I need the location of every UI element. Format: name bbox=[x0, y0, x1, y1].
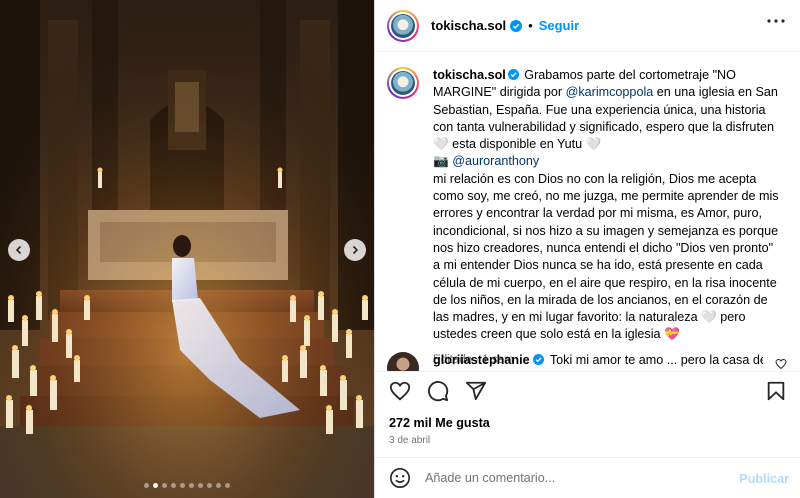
commenter-avatar[interactable] bbox=[387, 352, 419, 371]
post-caption: tokischa.sol Grabamos parte del cortomet… bbox=[387, 67, 789, 369]
caption-paragraph-3: mi relación es con Dios no con la religi… bbox=[433, 171, 779, 342]
carousel-next-button[interactable] bbox=[344, 239, 366, 261]
comment-icon[interactable] bbox=[427, 380, 449, 402]
carousel-dot bbox=[171, 483, 176, 488]
share-icon[interactable] bbox=[465, 380, 487, 402]
likes-count[interactable]: 272 mil Me gusta bbox=[389, 416, 490, 430]
post-date[interactable]: 3 de abril bbox=[389, 435, 430, 446]
camera-emoji: 📷 bbox=[433, 154, 449, 169]
photographer-mention-link[interactable]: @auroranthony bbox=[452, 154, 539, 168]
heart-icon[interactable] bbox=[389, 380, 411, 402]
post-header: tokischa.sol • Seguir bbox=[375, 0, 800, 52]
carousel-dot bbox=[189, 483, 194, 488]
carousel-prev-button[interactable] bbox=[8, 239, 30, 261]
comment-text: gloriiastephanie Toki mi amor te amo ...… bbox=[433, 352, 763, 369]
bookmark-icon[interactable] bbox=[765, 380, 787, 402]
emoji-icon[interactable] bbox=[389, 467, 411, 489]
carousel-dot bbox=[198, 483, 203, 488]
publish-button[interactable]: Publicar bbox=[739, 472, 789, 486]
church-candles-photo bbox=[0, 0, 374, 498]
author-username[interactable]: tokischa.sol bbox=[431, 18, 506, 33]
carousel-dot bbox=[162, 483, 167, 488]
comment-input[interactable] bbox=[425, 471, 725, 485]
comment-body: Toki mi amor te amo ... pero la casa de … bbox=[549, 353, 763, 367]
carousel-dot bbox=[153, 483, 158, 488]
carousel-dot bbox=[225, 483, 230, 488]
more-options-icon[interactable] bbox=[767, 18, 785, 24]
carousel-dot bbox=[207, 483, 212, 488]
post-details-panel: tokischa.sol • Seguir tokischa.sol Graba… bbox=[374, 0, 800, 498]
caption-scroll-area[interactable]: tokischa.sol Grabamos parte del cortomet… bbox=[375, 53, 800, 371]
carousel-dot bbox=[180, 483, 185, 488]
director-mention-link[interactable]: @karimcoppola bbox=[566, 85, 654, 99]
commenter-username[interactable]: gloriiastephanie bbox=[433, 353, 530, 367]
heart-icon[interactable] bbox=[775, 358, 787, 370]
verified-badge-icon bbox=[532, 354, 544, 365]
verified-badge-icon bbox=[510, 19, 523, 32]
chevron-left-icon bbox=[15, 245, 22, 255]
author-avatar[interactable] bbox=[387, 9, 419, 42]
header-separator: • bbox=[528, 18, 533, 33]
chevron-right-icon bbox=[352, 245, 359, 255]
follow-button[interactable]: Seguir bbox=[539, 18, 579, 33]
caption-username[interactable]: tokischa.sol bbox=[433, 68, 506, 82]
verified-badge-icon bbox=[507, 69, 519, 80]
post-actions: 272 mil Me gusta 3 de abril bbox=[375, 371, 800, 457]
post-media[interactable] bbox=[0, 0, 374, 498]
carousel-dot bbox=[216, 483, 221, 488]
caption-text: tokischa.sol Grabamos parte del cortomet… bbox=[433, 67, 783, 369]
comment-item: gloriiastephanie Toki mi amor te amo ...… bbox=[387, 352, 789, 371]
caption-avatar[interactable] bbox=[387, 67, 419, 99]
carousel-indicator bbox=[0, 483, 374, 488]
comment-composer: Publicar bbox=[375, 457, 800, 498]
carousel-dot bbox=[144, 483, 149, 488]
